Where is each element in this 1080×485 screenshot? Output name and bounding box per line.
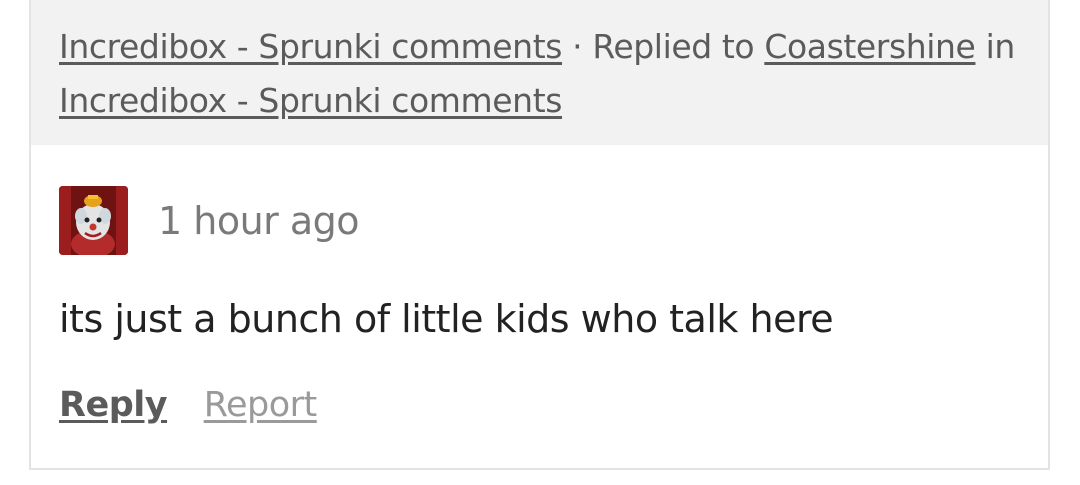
clown-avatar-icon (59, 186, 128, 255)
comment-card: Incredibox - Sprunki comments · Replied … (29, 0, 1050, 470)
replied-to-text: Replied to (592, 27, 755, 66)
reply-button[interactable]: Reply (59, 385, 168, 425)
thread-link[interactable]: Incredibox - Sprunki comments (59, 81, 562, 120)
page-link[interactable]: Incredibox - Sprunki comments (59, 27, 562, 66)
in-text: in (985, 27, 1016, 66)
avatar[interactable] (59, 186, 128, 255)
comment-actions: Reply Report (59, 380, 343, 430)
comment-timestamp: 1 hour ago (158, 199, 360, 243)
report-button[interactable]: Report (204, 385, 318, 425)
comment-context-bar: Incredibox - Sprunki comments · Replied … (31, 0, 1048, 145)
context-separator: · (572, 27, 583, 66)
reply-target-link[interactable]: Coastershine (764, 27, 976, 66)
comment-text: its just a bunch of little kids who talk… (59, 297, 834, 341)
